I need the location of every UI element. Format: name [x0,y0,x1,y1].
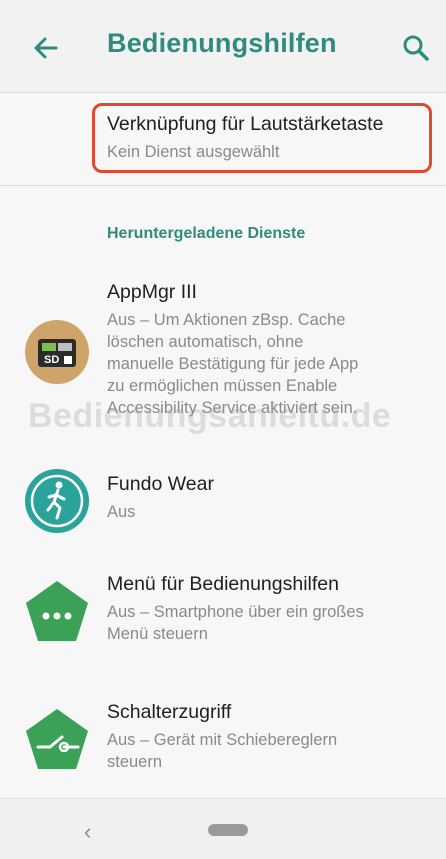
nav-back-icon[interactable]: ‹ [84,819,91,845]
back-button[interactable] [28,30,64,66]
service-desc-line: manuelle Bestätigung für jede App [107,355,359,373]
service-desc-line: Accessibility Service aktiviert sein. [107,399,358,417]
app-bar: Bedienungshilfen [0,0,446,93]
volume-key-shortcut-item[interactable]: Verknüpfung für Lautstärketaste Kein Die… [0,93,446,189]
page-title: Bedienungshilfen [107,28,337,58]
home-pill-icon[interactable] [208,824,248,836]
highlight-frame [92,103,432,173]
service-title: Menü für Bedienungshilfen [107,573,339,595]
sd-card-app-icon: SD [24,319,90,390]
service-title: AppMgr III [107,281,197,303]
service-desc-line: steuern [107,753,163,771]
switch-access-icon [24,707,90,778]
runner-icon [24,468,90,539]
svg-text:SD: SD [44,354,59,366]
service-desc-line: Aus – Um Aktionen zBsp. Cache [107,311,346,329]
service-switch-access[interactable]: Schalterzugriff Aus – Gerät mit Schieber… [0,701,446,781]
service-desc-line: Menü steuern [107,625,208,643]
section-header: Heruntergeladene Dienste [107,225,306,242]
search-button[interactable] [398,30,434,66]
service-desc-line: Aus [107,503,136,521]
search-icon [403,35,429,61]
arrow-left-icon [34,37,58,59]
service-fundo-wear[interactable]: Fundo Wear Aus [0,469,446,543]
divider [0,185,446,186]
service-accessibility-menu[interactable]: Menü für Bedienungshilfen Aus – Smartpho… [0,573,446,653]
menu-dots-icon [24,579,90,650]
service-title: Schalterzugriff [107,701,232,723]
service-desc-line: löschen automatisch, ohne [107,333,304,351]
service-desc-line: zu ermöglichen müssen Enable [107,377,338,395]
settings-list: Verknüpfung für Lautstärketaste Kein Die… [0,93,446,798]
system-nav-bar: ‹ [0,798,446,859]
service-desc-line: Aus – Gerät mit Schiebereglern [107,731,338,749]
service-appmgr[interactable]: SD AppMgr III Aus – Um Aktionen zBsp. Ca… [0,281,446,431]
service-title: Fundo Wear [107,473,214,495]
service-desc-line: Aus – Smartphone über ein großes [107,603,364,621]
